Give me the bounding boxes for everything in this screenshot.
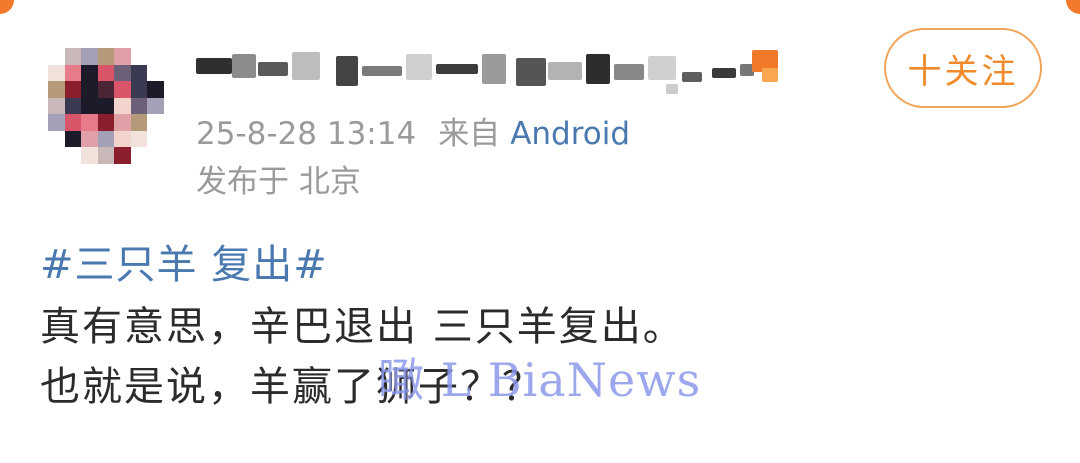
corner-accent <box>0 0 14 14</box>
avatar-pixel <box>81 81 98 98</box>
avatar-pixel <box>48 97 65 115</box>
username-pixel <box>648 56 676 80</box>
username-pixel <box>682 72 702 82</box>
avatar-pixel <box>147 114 164 131</box>
username-pixel <box>482 54 506 84</box>
avatar-pixel <box>64 114 82 131</box>
follow-button[interactable]: 十关注 <box>884 28 1042 108</box>
username-pixel <box>614 64 644 80</box>
avatar-pixel <box>48 114 65 131</box>
avatar-pixel <box>147 48 164 65</box>
username-pixel <box>292 52 320 80</box>
hashtag-link[interactable]: #三只羊 复出# <box>40 232 328 290</box>
corner-accent <box>1066 0 1080 14</box>
avatar-pixel <box>147 97 164 115</box>
username-pixel <box>196 58 232 74</box>
avatar-pixel <box>114 97 131 115</box>
username-pixel <box>258 62 288 76</box>
avatar-pixel <box>130 147 148 164</box>
avatar-pixel <box>48 130 65 148</box>
avatar-pixel <box>114 81 131 98</box>
avatar-pixel <box>130 64 148 82</box>
avatar-pixel <box>130 81 148 98</box>
username-pixel <box>548 62 582 80</box>
avatar-pixel <box>81 48 98 65</box>
username-pixel <box>232 54 256 78</box>
avatar-pixel <box>147 81 164 98</box>
username-pixel <box>362 66 402 76</box>
avatar-pixel <box>48 64 65 82</box>
avatar-pixel <box>64 130 82 148</box>
username-pixel <box>406 54 432 80</box>
avatar-pixel <box>81 64 98 82</box>
post-meta: 25-8-28 13:14 来自 Android <box>196 108 630 153</box>
avatar-pixel <box>81 114 98 131</box>
avatar-pixel <box>48 81 65 98</box>
avatar-pixel <box>147 130 164 148</box>
avatar-pixel <box>147 64 164 82</box>
username-pixel <box>336 56 358 86</box>
avatar[interactable] <box>48 48 164 164</box>
post-timestamp: 25-8-28 13:14 <box>196 116 417 152</box>
username-pixel <box>712 68 736 78</box>
avatar-pixel <box>64 147 82 164</box>
avatar-pixel <box>64 64 82 82</box>
watermark: 瞰 L BiaNews <box>378 353 702 407</box>
username-pixel <box>666 84 678 94</box>
source-device: Android <box>510 116 631 152</box>
avatar-pixel <box>97 130 115 148</box>
username-pixel <box>516 58 546 86</box>
avatar-pixel <box>64 48 82 65</box>
username-pixelated[interactable] <box>196 44 796 100</box>
avatar-pixel <box>97 97 115 115</box>
avatar-pixel <box>81 130 98 148</box>
avatar-pixel <box>130 48 148 65</box>
avatar-pixel <box>97 64 115 82</box>
avatar-pixel <box>114 64 131 82</box>
source-prefix: 来自 <box>438 116 501 152</box>
avatar-pixel <box>64 81 82 98</box>
avatar-pixel <box>97 48 115 65</box>
avatar-pixel <box>81 147 98 164</box>
avatar-pixel <box>130 114 148 131</box>
avatar-pixel <box>114 130 131 148</box>
username-pixel <box>586 54 610 84</box>
avatar-pixel <box>97 147 115 164</box>
avatar-pixel <box>48 48 65 65</box>
avatar-pixel <box>81 97 98 115</box>
avatar-pixel <box>130 97 148 115</box>
avatar-pixel <box>114 114 131 131</box>
avatar-pixel <box>64 97 82 115</box>
avatar-pixel <box>97 114 115 131</box>
username-pixel <box>436 64 478 74</box>
avatar-pixel <box>147 147 164 164</box>
avatar-pixel <box>48 147 65 164</box>
avatar-pixel <box>114 147 131 164</box>
avatar-pixel <box>114 48 131 65</box>
post-location: 发布于 北京 <box>196 164 361 200</box>
username-pixel <box>762 68 778 82</box>
avatar-pixel <box>130 130 148 148</box>
avatar-pixel <box>97 81 115 98</box>
